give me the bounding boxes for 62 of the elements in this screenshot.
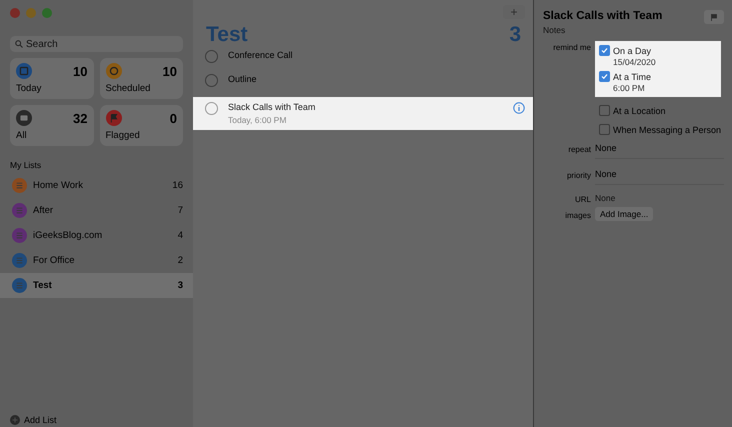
checkbox[interactable] xyxy=(599,71,610,82)
reminder-row[interactable]: Outline xyxy=(193,71,533,95)
smart-list-label: Flagged xyxy=(106,130,141,141)
list-item[interactable]: After 7 xyxy=(0,198,193,223)
smart-list-card[interactable]: 0 Flagged xyxy=(100,105,183,146)
reminder-title: Slack Calls with Team xyxy=(543,10,662,22)
notes-field[interactable]: Notes xyxy=(543,25,663,35)
option-value[interactable]: 15/04/2020 xyxy=(599,57,714,67)
list-item[interactable]: Home Work 16 xyxy=(0,173,193,198)
smart-list-card[interactable]: 10 Scheduled xyxy=(100,58,183,99)
list-item[interactable]: iGeeksBlog.com 4 xyxy=(0,223,193,248)
add-image-button[interactable]: Add Image... xyxy=(595,207,654,221)
list-item[interactable]: For Office 2 xyxy=(0,248,193,273)
field-label: remind me xyxy=(552,42,591,52)
field-label: priority xyxy=(566,170,591,180)
complete-checkbox[interactable] xyxy=(205,50,218,63)
url-field[interactable]: None xyxy=(595,193,675,203)
smart-list-card[interactable]: 32 All xyxy=(10,105,94,146)
checkbox[interactable] xyxy=(599,45,610,56)
search-field[interactable]: Search xyxy=(10,36,183,52)
minimize-button[interactable] xyxy=(26,8,36,18)
reminder-title: Outline xyxy=(228,74,258,84)
option-label: When Messaging a Person xyxy=(613,124,722,134)
option-label: At a Location xyxy=(613,106,666,116)
option-label: On a Day xyxy=(613,46,652,56)
checkbox[interactable] xyxy=(599,124,610,135)
complete-checkbox[interactable] xyxy=(205,102,218,115)
flag-button[interactable] xyxy=(704,10,724,24)
close-button[interactable] xyxy=(10,8,20,18)
reminder-row[interactable]: Slack Calls with Team Today, 6:00 PM xyxy=(193,97,533,130)
add-list-link[interactable]: Add List xyxy=(24,415,57,425)
count: 0 xyxy=(170,110,177,126)
reminder-count: 3 xyxy=(509,23,521,47)
field-label: URL xyxy=(574,194,591,204)
smart-list-label: Today xyxy=(16,83,42,94)
option-value[interactable]: 6:00 PM xyxy=(599,83,714,93)
list-item[interactable]: Test 3 xyxy=(0,273,193,298)
count: 32 xyxy=(73,110,88,126)
field-label: images xyxy=(564,210,591,220)
count: 10 xyxy=(162,64,177,78)
reminder-title: Conference Call xyxy=(228,50,294,60)
option-label: At a Time xyxy=(613,72,652,82)
reminder-title: Slack Calls with Team xyxy=(228,102,316,112)
complete-checkbox[interactable] xyxy=(205,74,218,87)
smart-list-label: All xyxy=(16,130,28,141)
flag-icon xyxy=(711,14,717,20)
count: 10 xyxy=(73,64,88,78)
smart-list-card[interactable]: 10 Today xyxy=(10,58,94,99)
priority-value[interactable]: None xyxy=(595,169,617,179)
repeat-value[interactable]: None xyxy=(595,143,617,153)
list-title: Test xyxy=(206,23,248,47)
reminder-row[interactable]: Conference Call xyxy=(193,47,533,71)
checkbox[interactable] xyxy=(599,105,610,116)
add-button[interactable]: + xyxy=(503,5,525,19)
zoom-button[interactable] xyxy=(42,8,52,18)
search-icon xyxy=(15,40,23,48)
plus-circle-icon xyxy=(10,415,20,425)
reminder-date: Today, 6:00 PM xyxy=(228,115,288,125)
section-title: My Lists xyxy=(10,160,42,170)
field-label: repeat xyxy=(567,144,591,154)
info-icon[interactable] xyxy=(513,102,525,114)
smart-list-label: Scheduled xyxy=(106,83,152,94)
